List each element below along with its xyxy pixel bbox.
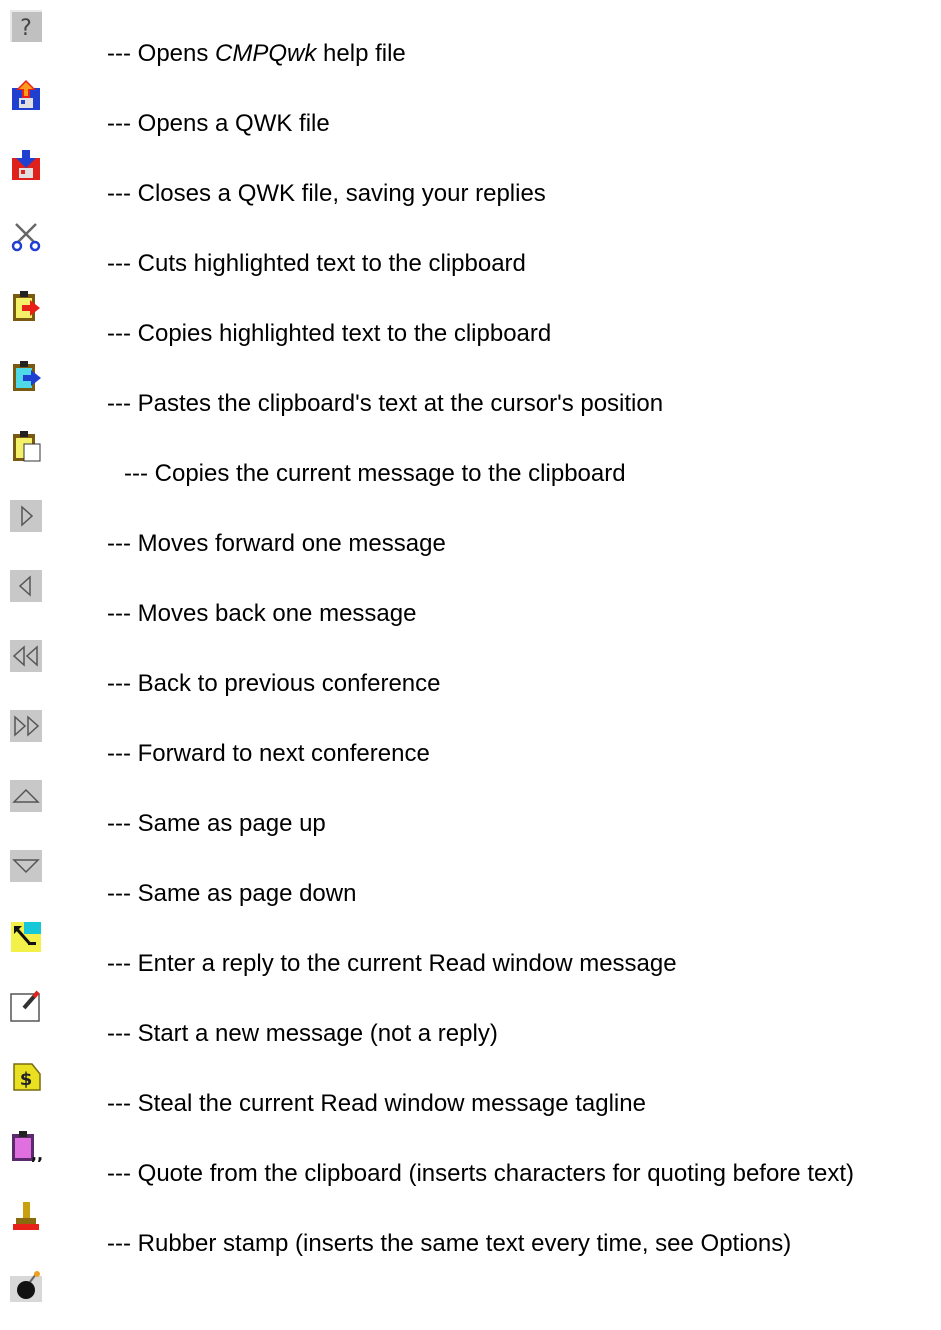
list-item: --- Opens a QWK file (0, 70, 941, 140)
item-description: --- Moves back one message (107, 600, 417, 627)
list-item: --- Back to previous conference (0, 630, 941, 700)
list-item: --- Moves back one message (0, 560, 941, 630)
page-up-icon (10, 780, 42, 812)
open-qwk-icon (10, 80, 42, 112)
previous-conference-icon (10, 640, 42, 672)
item-description: --- Copies the current message to the cl… (124, 460, 626, 487)
reply-icon (10, 920, 42, 952)
svg-text:?: ? (20, 16, 32, 41)
item-description: --- Back to previous conference (107, 670, 441, 697)
svg-text:,,: ,, (31, 1145, 42, 1162)
item-description: --- Enter a reply to the current Read wi… (107, 950, 677, 977)
list-item: --- Same as page down (0, 840, 941, 910)
help-icon: ? (10, 10, 42, 42)
list-item: --- Rubber stamp (inserts the same text … (0, 1190, 941, 1260)
item-description: --- Opens a QWK file (107, 110, 330, 137)
clipboard-copy-icon (10, 290, 42, 322)
item-description: --- Steal the current Read window messag… (107, 1090, 646, 1117)
list-item: --- Copies highlighted text to the clipb… (0, 280, 941, 350)
svg-text:$: $ (20, 1069, 33, 1090)
list-item: --- Pastes the clipboard's text at the c… (0, 350, 941, 420)
list-item: --- Enter a reply to the current Read wi… (0, 910, 941, 980)
quote-clipboard-icon: ,, (10, 1130, 42, 1162)
list-item: --- Moves forward one message (0, 490, 941, 560)
new-message-icon (10, 990, 42, 1022)
clipboard-message-icon (10, 430, 42, 462)
list-item: --- Forward to next conference (0, 700, 941, 770)
item-description: --- Same as page down (107, 880, 357, 907)
item-description: --- Rubber stamp (inserts the same text … (107, 1230, 792, 1257)
next-message-icon (10, 500, 42, 532)
item-description: --- Copies highlighted text to the clipb… (107, 320, 552, 347)
steal-tagline-icon: $ (10, 1060, 42, 1092)
item-description: --- Same as page up (107, 810, 326, 837)
list-item: --- Cuts highlighted text to the clipboa… (0, 210, 941, 280)
list-item: ,, --- Quote from the clipboard (inserts… (0, 1120, 941, 1190)
list-item: $ --- Steal the current Read window mess… (0, 1050, 941, 1120)
list-item: --- Start a new message (not a reply) (0, 980, 941, 1050)
list-item: --- Copies the current message to the cl… (0, 420, 941, 490)
page-down-icon (10, 850, 42, 882)
list-item: ? --- Opens CMPQwk help file (0, 0, 941, 70)
previous-message-icon (10, 570, 42, 602)
item-description: --- Moves forward one message (107, 530, 446, 557)
item-description: --- Forward to next conference (107, 740, 430, 767)
next-conference-icon (10, 710, 42, 742)
item-description: --- Cuts highlighted text to the clipboa… (107, 250, 526, 277)
list-item: --- Closes a QWK file, saving your repli… (0, 140, 941, 210)
item-description: --- Quote from the clipboard (inserts ch… (107, 1160, 854, 1187)
clipboard-paste-icon (10, 360, 42, 392)
item-description: --- Closes a QWK file, saving your repli… (107, 180, 546, 207)
bomb-icon (10, 1270, 42, 1302)
rubber-stamp-icon (10, 1200, 42, 1232)
item-description: --- Start a new message (not a reply) (107, 1020, 498, 1047)
item-description: --- Opens CMPQwk help file (107, 40, 406, 67)
close-qwk-icon (10, 150, 42, 182)
item-description: --- Pastes the clipboard's text at the c… (107, 390, 664, 417)
list-item: --- Same as page up (0, 770, 941, 840)
scissors-icon (10, 220, 42, 252)
